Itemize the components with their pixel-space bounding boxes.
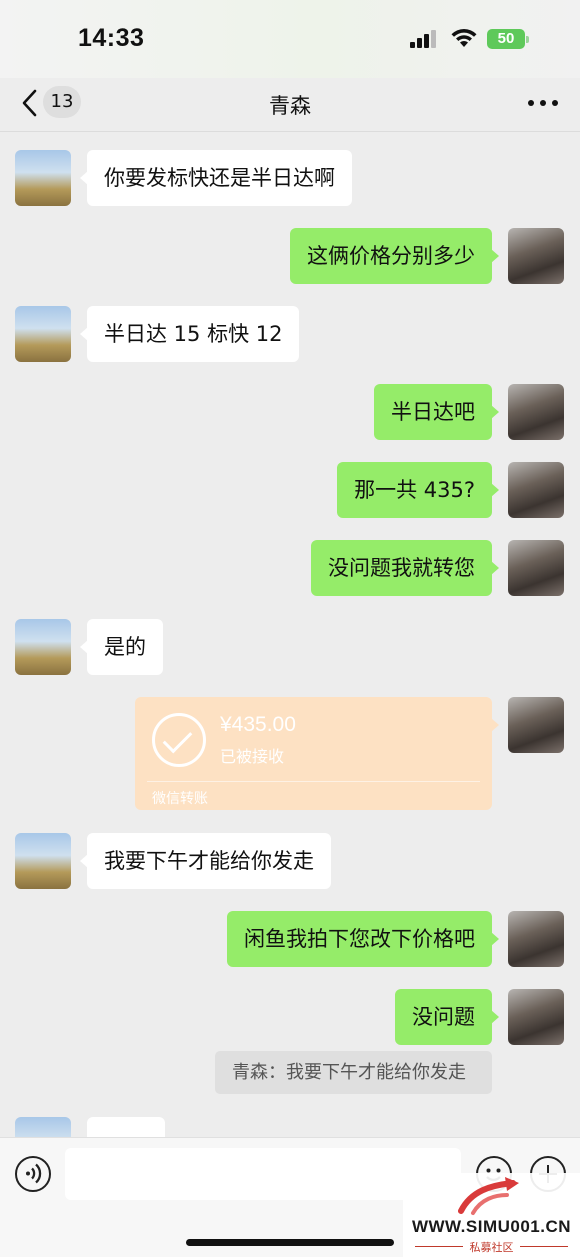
- message-input[interactable]: [65, 1148, 461, 1200]
- self-avatar[interactable]: [508, 697, 564, 753]
- wifi-icon: [451, 28, 477, 47]
- self-avatar[interactable]: [508, 540, 564, 596]
- watermark-subtitle: 私募社区: [403, 1239, 580, 1255]
- quoted-message[interactable]: 青森：我要下午才能给你发走: [215, 1051, 492, 1094]
- outgoing-message[interactable]: 这俩价格分别多少: [290, 228, 499, 284]
- outgoing-message[interactable]: 没问题我就转您: [311, 540, 499, 596]
- transfer-label: 微信转账: [152, 791, 208, 807]
- chat-header: 13 青森: [0, 78, 580, 132]
- contact-avatar[interactable]: [15, 833, 71, 889]
- cellular-signal-icon: [410, 30, 440, 48]
- transfer-card[interactable]: ¥435.00 已被接收 微信转账: [135, 697, 499, 810]
- status-time: 14:33: [78, 24, 145, 52]
- watermark-url: WWW.SIMU001.CN: [411, 1217, 572, 1236]
- home-indicator: [186, 1239, 394, 1246]
- contact-avatar[interactable]: [15, 306, 71, 362]
- watermark-logo-icon: [458, 1177, 519, 1215]
- transfer-amount: ¥435.00: [220, 713, 296, 736]
- self-avatar[interactable]: [508, 462, 564, 518]
- check-circle-icon: [152, 713, 206, 767]
- divider: [147, 781, 480, 782]
- voice-input-icon[interactable]: [15, 1156, 51, 1192]
- watermark: WWW.SIMU001.CN 私募社区: [403, 1173, 580, 1257]
- outgoing-message[interactable]: 那一共 435?: [337, 462, 499, 518]
- outgoing-message[interactable]: 半日达吧: [374, 384, 499, 440]
- self-avatar[interactable]: [508, 911, 564, 967]
- chat-title: 青森: [269, 94, 311, 118]
- self-avatar[interactable]: [508, 989, 564, 1045]
- incoming-message[interactable]: 我要下午才能给你发走: [80, 833, 331, 889]
- contact-avatar[interactable]: [15, 619, 71, 675]
- self-avatar[interactable]: [508, 384, 564, 440]
- incoming-message[interactable]: 你要发标快还是半日达啊: [80, 150, 352, 206]
- transfer-status: 已被接收: [220, 747, 285, 766]
- self-avatar[interactable]: [508, 228, 564, 284]
- status-bar: 14:33 50: [0, 0, 580, 78]
- contact-avatar[interactable]: [15, 150, 71, 206]
- battery-icon: 50: [487, 29, 529, 49]
- incoming-message[interactable]: 半日达 15 标快 12: [79, 306, 300, 362]
- incoming-message[interactable]: 是的: [80, 619, 163, 675]
- more-options-icon[interactable]: [528, 100, 558, 108]
- outgoing-message[interactable]: 闲鱼我拍下您改下价格吧: [227, 911, 499, 967]
- outgoing-message[interactable]: 没问题: [395, 989, 499, 1045]
